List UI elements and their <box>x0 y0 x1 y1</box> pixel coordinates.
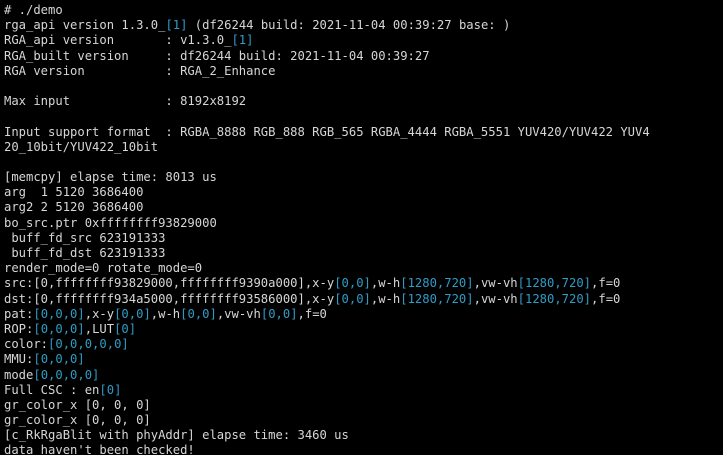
terminal-text: ROP: <box>4 321 34 336</box>
terminal-text: ,x-y <box>84 306 115 321</box>
terminal-line: rga_api version 1.3.0_[1] (df26244 build… <box>4 18 723 33</box>
terminal-text: ,vw-vh <box>473 276 518 291</box>
terminal-text: ,w-h <box>370 291 401 306</box>
terminal-text: pat: <box>4 306 34 321</box>
terminal-text: (df26244 build: 2021-11-04 00:39:27 base… <box>187 18 511 33</box>
terminal-text: ,vw-vh <box>473 291 518 306</box>
terminal-line: RGA_api version : v1.3.0_[1] <box>4 33 723 48</box>
terminal-line: ROP:[0,0,0],LUT[0] <box>4 322 723 337</box>
terminal-line: color:[0,0,0,0,0] <box>4 337 723 352</box>
terminal-text: ,f=0 <box>591 291 621 306</box>
terminal-text-highlight: [0,0] <box>180 306 217 321</box>
terminal-text-highlight: [1] <box>165 18 188 33</box>
terminal-line: bo_src.ptr 0xffffffff93829000 <box>4 216 723 231</box>
terminal-text: render_mode=0 rotate_mode=0 <box>4 261 203 276</box>
terminal-text: Input support format : RGBA_8888 RGB_888… <box>4 124 650 139</box>
terminal-text: rga_api version 1.3.0_ <box>4 18 166 33</box>
terminal-line: gr_color_x [0, 0, 0] <box>4 413 723 428</box>
terminal-text: RGA version : RGA_2_Enhance <box>4 63 276 78</box>
terminal-line: RGA_built version : df26244 build: 2021-… <box>4 49 723 64</box>
terminal-line: [memcpy] elapse time: 8013 us <box>4 170 723 185</box>
terminal-line: RGA version : RGA_2_Enhance <box>4 64 723 79</box>
terminal-window[interactable]: # ./demo rga_api version 1.3.0_[1] (df262… <box>0 0 723 455</box>
terminal-text: RGA_built version : df26244 build: 2021-… <box>4 48 430 63</box>
terminal-text: RGA_api version : v1.3.0_ <box>4 33 232 48</box>
terminal-text: MMU: <box>4 352 34 367</box>
terminal-text: arg2 2 5120 3686400 <box>4 200 144 215</box>
terminal-text: ,f=0 <box>297 306 327 321</box>
terminal-text: src:[0,ffffffff93829000,ffffffff9390a000… <box>4 276 335 291</box>
terminal-line: 20_10bit/YUV422_10bit <box>4 140 723 155</box>
terminal-text-highlight: [0,0] <box>260 306 298 321</box>
terminal-text: dst:[0,ffffffff934a5000,ffffffff93586000… <box>4 291 335 306</box>
terminal-line: render_mode=0 rotate_mode=0 <box>4 261 723 276</box>
terminal-line: mode[0,0,0,0] <box>4 368 723 383</box>
terminal-text-highlight: [0,0,0,0] <box>33 367 100 382</box>
terminal-text-highlight: [0,0,0] <box>33 352 85 367</box>
terminal-line: buff_fd_src 623191333 <box>4 231 723 246</box>
terminal-text: ,LUT <box>84 321 115 336</box>
terminal-text-highlight: [0,0,0] <box>33 321 85 336</box>
terminal-text: ,vw-vh <box>216 306 261 321</box>
terminal-text-highlight: [0,0] <box>114 306 151 321</box>
terminal-text-highlight: [0,0] <box>334 276 371 291</box>
terminal-text-highlight: [1280,720] <box>517 276 592 291</box>
terminal-text-highlight: [1280,720] <box>400 291 474 306</box>
terminal-text: ,w-h <box>150 306 181 321</box>
terminal-line: Full CSC : en[0] <box>4 383 723 398</box>
terminal-line: arg2 2 5120 3686400 <box>4 200 723 215</box>
terminal-text-highlight: [0,0,0] <box>33 306 85 321</box>
terminal-text-highlight: [0] <box>114 321 137 336</box>
terminal-line: arg 1 5120 3686400 <box>4 185 723 200</box>
terminal-text: [memcpy] elapse time: 8013 us <box>4 170 217 185</box>
terminal-text: arg 1 5120 3686400 <box>4 185 144 200</box>
terminal-line: src:[0,ffffffff93829000,ffffffff9390a000… <box>4 276 723 291</box>
terminal-text: gr_color_x [0, 0, 0] <box>4 397 151 412</box>
terminal-text: [c_RkRgaBlit with phyAddr] elapse time: … <box>4 428 349 443</box>
terminal-text: Max input : 8192x8192 <box>4 94 247 109</box>
terminal-text: data haven't been checked! <box>4 443 195 455</box>
terminal-text-highlight: [0,0] <box>334 291 371 306</box>
terminal-line: buff_fd_dst 623191333 <box>4 246 723 261</box>
terminal-line: [c_RkRgaBlit with phyAddr] elapse time: … <box>4 428 723 443</box>
terminal-text: bo_src.ptr 0xffffffff93829000 <box>4 215 217 230</box>
terminal-line: data haven't been checked! <box>4 443 723 455</box>
terminal-text-highlight: [0,0,0,0,0] <box>48 337 129 352</box>
terminal-text-highlight: [0] <box>99 382 122 397</box>
terminal-text: 20_10bit/YUV422_10bit <box>4 139 159 154</box>
terminal-line: pat:[0,0,0],x-y[0,0],w-h[0,0],vw-vh[0,0]… <box>4 307 723 322</box>
terminal-text: Full CSC : en <box>4 382 100 397</box>
terminal-text: ,w-h <box>370 276 401 291</box>
terminal-text: # ./demo <box>4 3 63 17</box>
terminal-line: MMU:[0,0,0] <box>4 352 723 367</box>
terminal-line: Max input : 8192x8192 <box>4 94 723 109</box>
terminal-text: buff_fd_src 623191333 <box>4 230 166 245</box>
terminal-text: color: <box>4 337 49 352</box>
terminal-line: # ./demo <box>4 3 723 18</box>
terminal-text-highlight: [1] <box>231 33 254 48</box>
terminal-line: gr_color_x [0, 0, 0] <box>4 398 723 413</box>
terminal-line: dst:[0,ffffffff934a5000,ffffffff93586000… <box>4 292 723 307</box>
terminal-text: gr_color_x [0, 0, 0] <box>4 413 151 428</box>
terminal-line: Input support format : RGBA_8888 RGB_888… <box>4 125 723 140</box>
terminal-text: mode <box>4 367 34 382</box>
terminal-text-highlight: [1280,720] <box>400 276 474 291</box>
terminal-text-highlight: [1280,720] <box>517 291 592 306</box>
terminal-text: ,f=0 <box>591 276 621 291</box>
terminal-text: buff_fd_dst 623191333 <box>4 246 166 260</box>
